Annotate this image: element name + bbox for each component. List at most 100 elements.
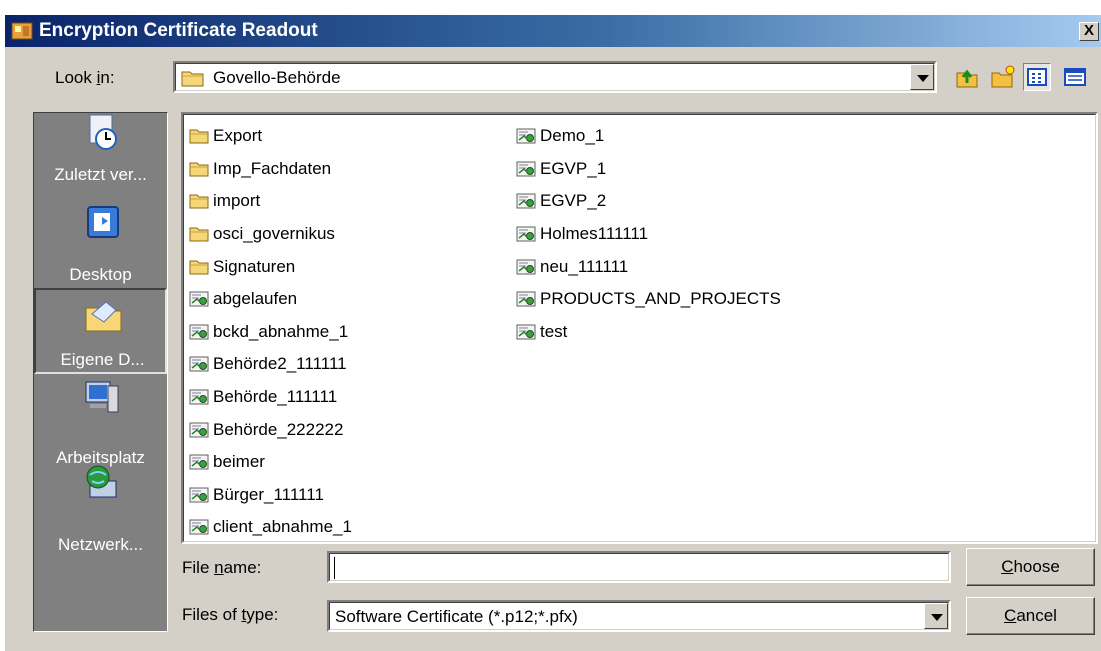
- file-item[interactable]: client_abnahme_1: [189, 511, 352, 544]
- file-item[interactable]: EGVP_2: [516, 185, 781, 218]
- place-recent[interactable]: Zuletzt ver...: [34, 113, 167, 197]
- file-name: Imp_Fachdaten: [213, 158, 332, 178]
- list-view-button[interactable]: [1023, 63, 1051, 91]
- file-chooser-dialog: Encryption Certificate Readout X Look in…: [4, 14, 1101, 651]
- file-column-1: Export Imp_Fachdatenimport osci_governikus…: [189, 120, 352, 544]
- file-item[interactable]: PRODUCTS_AND_PROJECTS: [516, 283, 781, 316]
- file-name: client_abnahme_1: [213, 517, 352, 537]
- cancel-button[interactable]: Cancel: [966, 597, 1095, 635]
- file-item[interactable]: abgelaufen: [189, 283, 352, 316]
- place-network[interactable]: Netzwerk...: [34, 463, 167, 554]
- certificate-icon: [516, 290, 540, 308]
- file-item[interactable]: Behörde_111111: [189, 381, 352, 414]
- folder-icon: [189, 258, 213, 276]
- choose-button[interactable]: Choose: [966, 548, 1095, 586]
- list-view-icon: [1027, 68, 1047, 86]
- certificate-icon: [189, 486, 213, 504]
- lookin-value: Govello-Behörde: [213, 68, 341, 87]
- place-my-documents[interactable]: Eigene D...: [34, 288, 167, 374]
- file-item[interactable]: test: [516, 316, 781, 349]
- network-globe-icon: [86, 465, 117, 498]
- certificate-icon: [516, 225, 540, 243]
- computer-icon: [85, 381, 119, 413]
- app-icon: [11, 22, 33, 40]
- filetype-combo[interactable]: Software Certificate (*.p12;*.pfx): [327, 600, 951, 632]
- file-item[interactable]: EGVP_1: [516, 153, 781, 186]
- file-name: Behörde_111111: [213, 387, 338, 407]
- file-name: abgelaufen: [213, 289, 298, 309]
- folder-icon: [189, 225, 213, 243]
- certificate-icon: [189, 355, 213, 373]
- file-name: osci_governikus: [213, 224, 335, 244]
- file-name: Bürger_111111: [213, 484, 324, 504]
- new-folder-button[interactable]: [989, 63, 1017, 91]
- file-item[interactable]: Behörde_222222: [189, 413, 352, 446]
- lookin-dropdown-button[interactable]: [910, 64, 934, 90]
- filename-label: File name:: [182, 558, 262, 577]
- file-item[interactable]: Bürger_111111: [189, 479, 352, 512]
- place-label: Zuletzt ver...: [54, 165, 147, 184]
- certificate-icon: [516, 127, 540, 145]
- certificate-icon: [189, 453, 213, 471]
- file-name: Demo_1: [540, 126, 605, 146]
- place-label: Desktop: [69, 265, 132, 284]
- lookin-combo[interactable]: Govello-Behörde: [173, 61, 937, 93]
- new-folder-icon: [991, 65, 1015, 88]
- my-documents-folder-icon: [85, 301, 122, 332]
- file-name: EGVP_1: [540, 158, 607, 178]
- file-item[interactable]: neu_111111: [516, 250, 781, 283]
- desktop-icon: [87, 206, 119, 238]
- filetype-value: Software Certificate (*.p12;*.pfx): [335, 607, 578, 626]
- file-name: Export: [213, 126, 263, 146]
- recent-clock-icon: [89, 114, 117, 150]
- file-name: test: [540, 321, 568, 341]
- place-computer[interactable]: Arbeitsplatz: [34, 378, 167, 467]
- title-bar[interactable]: Encryption Certificate Readout X: [5, 15, 1101, 47]
- certificate-icon: [189, 323, 213, 341]
- place-desktop[interactable]: Desktop: [34, 203, 167, 287]
- file-name: PRODUCTS_AND_PROJECTS: [540, 289, 781, 309]
- file-item[interactable]: import: [189, 185, 352, 218]
- lookin-label: Look in:: [55, 68, 115, 87]
- certificate-icon: [189, 290, 213, 308]
- text-caret: [334, 557, 335, 579]
- certificate-icon: [516, 258, 540, 276]
- file-name: Holmes111111: [540, 224, 649, 244]
- places-bar: Zuletzt ver... Desktop Eigene D... Arbei…: [33, 112, 168, 632]
- folder-icon: [189, 192, 213, 210]
- folder-icon: [189, 127, 213, 145]
- file-item[interactable]: bckd_abnahme_1: [189, 316, 352, 349]
- file-item[interactable]: Export: [189, 120, 352, 153]
- certificate-icon: [189, 388, 213, 406]
- details-view-icon: [1064, 68, 1086, 86]
- certificate-icon: [189, 421, 213, 439]
- file-name: bckd_abnahme_1: [213, 321, 349, 341]
- up-folder-icon: [956, 69, 978, 88]
- place-label: Netzwerk...: [57, 535, 144, 554]
- file-name: Behörde_222222: [213, 419, 344, 439]
- file-item[interactable]: beimer: [189, 446, 352, 479]
- file-item[interactable]: Imp_Fachdaten: [189, 153, 352, 186]
- file-name: EGVP_2: [540, 191, 607, 211]
- file-item[interactable]: Behörde2_111111: [189, 348, 352, 381]
- file-name: import: [213, 191, 261, 211]
- folder-icon: [189, 160, 213, 178]
- details-view-button[interactable]: [1061, 63, 1089, 91]
- up-folder-button[interactable]: [953, 63, 981, 91]
- file-list[interactable]: Export Imp_Fachdatenimport osci_governikus…: [181, 112, 1098, 544]
- certificate-icon: [516, 160, 540, 178]
- filetype-dropdown-button[interactable]: [924, 603, 948, 629]
- file-item[interactable]: Demo_1: [516, 120, 781, 153]
- filetype-label: Files of type:: [182, 605, 279, 624]
- file-name: Signaturen: [213, 256, 296, 276]
- close-button[interactable]: X: [1079, 22, 1099, 41]
- file-item[interactable]: osci_governikus: [189, 218, 352, 251]
- filename-input[interactable]: [327, 551, 951, 583]
- file-name: Behörde2_111111: [213, 354, 347, 374]
- file-column-2: Demo_1 EGVP_1 EGVP_2 Holmes111111 neu_111111…: [516, 120, 781, 348]
- file-name: neu_111111: [540, 256, 629, 276]
- certificate-icon: [189, 518, 213, 536]
- file-name: beimer: [213, 452, 265, 472]
- file-item[interactable]: Holmes111111: [516, 218, 781, 251]
- file-item[interactable]: Signaturen: [189, 250, 352, 283]
